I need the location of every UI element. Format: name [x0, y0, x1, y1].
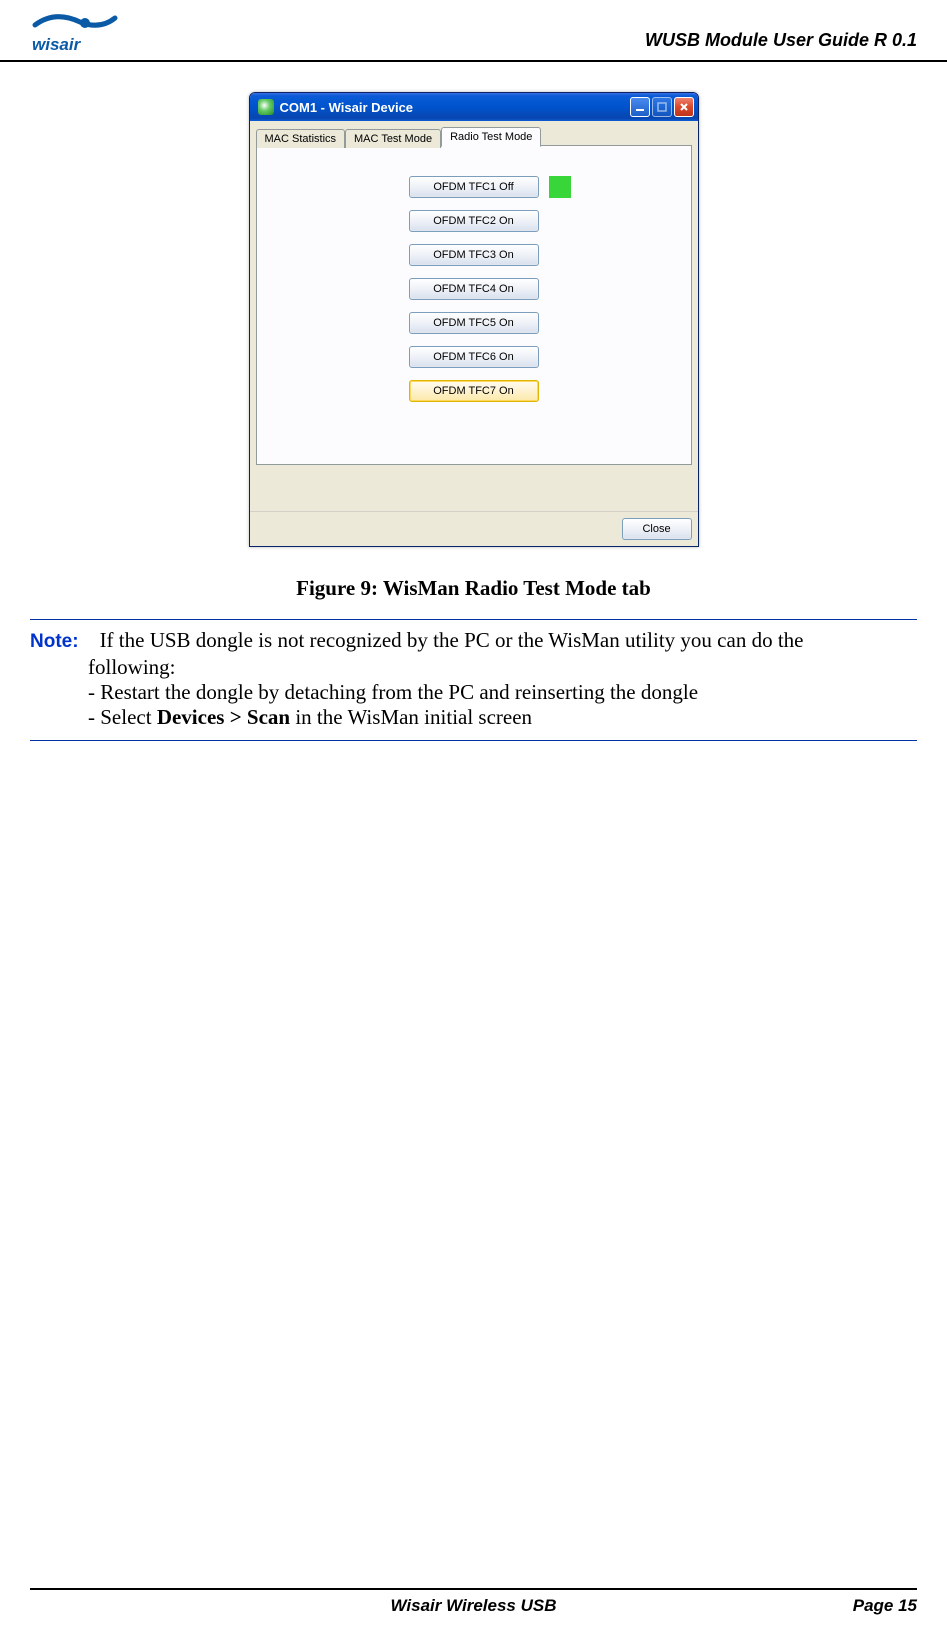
minimize-button[interactable]: [630, 97, 650, 117]
figure-caption: Figure 9: WisMan Radio Test Mode tab: [30, 576, 917, 601]
row-tfc1: OFDM TFC1 Off: [277, 176, 671, 198]
row-tfc3: OFDM TFC3 On: [277, 244, 671, 266]
window-footer: Close: [250, 511, 698, 546]
titlebar-left: COM1 - Wisair Device: [258, 99, 414, 115]
button-tfc2[interactable]: OFDM TFC2 On: [409, 210, 539, 232]
note-box: Note: If the USB dongle is not recognize…: [30, 619, 917, 741]
app-icon: [258, 99, 274, 115]
maximize-button: [652, 97, 672, 117]
status-indicator-green: [549, 176, 571, 198]
row-tfc4: OFDM TFC4 On: [277, 278, 671, 300]
row-tfc6: OFDM TFC6 On: [277, 346, 671, 368]
maximize-icon: [657, 102, 667, 112]
button-tfc1[interactable]: OFDM TFC1 Off: [409, 176, 539, 198]
wisair-logo: wisair: [30, 10, 120, 55]
note-text-4c: in the WisMan initial screen: [290, 705, 532, 729]
note-text-4b: Devices > Scan: [157, 705, 290, 729]
header-title: WUSB Module User Guide R 0.1: [645, 30, 917, 55]
note-text-3: - Restart the dongle by detaching from t…: [88, 680, 917, 705]
close-button[interactable]: Close: [622, 518, 692, 540]
button-tfc4[interactable]: OFDM TFC4 On: [409, 278, 539, 300]
logo-area: wisair: [30, 10, 120, 55]
main-content: COM1 - Wisair Device MAC Statistics MAC …: [0, 62, 947, 601]
minimize-icon: [635, 102, 645, 112]
note-label: Note:: [30, 631, 79, 652]
note-text-4: - Select Devices > Scan in the WisMan in…: [88, 705, 917, 730]
footer-center: Wisair Wireless USB: [391, 1596, 557, 1616]
tab-mac-test-mode[interactable]: MAC Test Mode: [345, 129, 441, 148]
close-icon: [679, 102, 689, 112]
row-tfc7: OFDM TFC7 On: [277, 380, 671, 402]
window-body: MAC Statistics MAC Test Mode Radio Test …: [250, 121, 698, 511]
row-tfc2: OFDM TFC2 On: [277, 210, 671, 232]
footer-page-number: Page 15: [853, 1596, 917, 1616]
row-tfc5: OFDM TFC5 On: [277, 312, 671, 334]
note-body: following: - Restart the dongle by detac…: [88, 655, 917, 730]
button-tfc7[interactable]: OFDM TFC7 On: [409, 380, 539, 402]
tab-radio-test-mode[interactable]: Radio Test Mode: [441, 127, 541, 147]
dialog-window: COM1 - Wisair Device MAC Statistics MAC …: [249, 92, 699, 547]
page-header: wisair WUSB Module User Guide R 0.1: [0, 0, 947, 62]
note-text-4a: - Select: [88, 705, 157, 729]
window-controls: [630, 97, 694, 117]
svg-text:wisair: wisair: [32, 35, 82, 54]
window-title: COM1 - Wisair Device: [280, 100, 414, 115]
close-window-button[interactable]: [674, 97, 694, 117]
note-text-2: following:: [88, 655, 917, 680]
button-tfc6[interactable]: OFDM TFC6 On: [409, 346, 539, 368]
button-tfc3[interactable]: OFDM TFC3 On: [409, 244, 539, 266]
button-tfc5[interactable]: OFDM TFC5 On: [409, 312, 539, 334]
titlebar: COM1 - Wisair Device: [250, 93, 698, 121]
tab-strip: MAC Statistics MAC Test Mode Radio Test …: [256, 127, 692, 146]
page-footer: . Wisair Wireless USB Page 15: [30, 1588, 917, 1616]
tab-mac-statistics[interactable]: MAC Statistics: [256, 129, 346, 148]
note-text-1: If the USB dongle is not recognized by t…: [100, 628, 804, 652]
tab-panel: OFDM TFC1 Off OFDM TFC2 On OFDM TFC3 On …: [256, 145, 692, 465]
